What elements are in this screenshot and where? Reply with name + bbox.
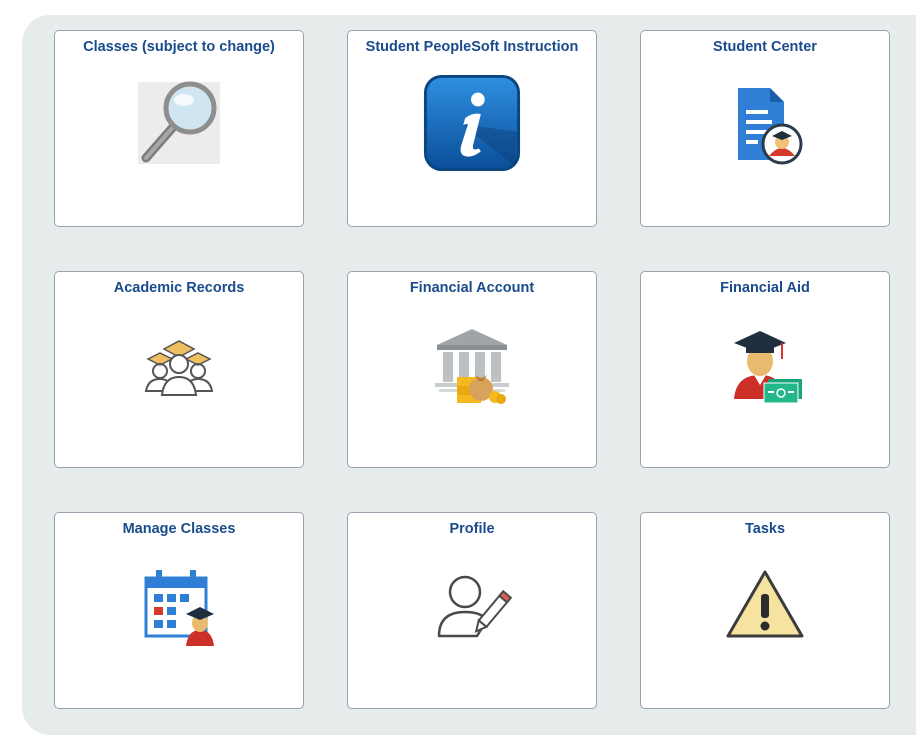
- tile-student-center[interactable]: Student Center: [640, 30, 890, 227]
- tile-manage-classes[interactable]: Manage Classes: [54, 512, 304, 709]
- tile-academic-records[interactable]: Academic Records: [54, 271, 304, 468]
- tile-financial-aid[interactable]: Financial Aid: [640, 271, 890, 468]
- graduate-with-money-icon: [715, 314, 815, 414]
- homepage-tile-grid: Classes (subject to change) Student Peop…: [22, 15, 916, 735]
- tile-title: Manage Classes: [122, 521, 236, 537]
- magnifying-glass-icon: [129, 73, 229, 173]
- student-document-icon: [715, 73, 815, 173]
- graduates-group-icon: [129, 314, 229, 414]
- tile-classes[interactable]: Classes (subject to change): [54, 30, 304, 227]
- tile-student-peoplesoft-instruction[interactable]: Student PeopleSoft Instruction: [347, 30, 597, 227]
- tile-financial-account[interactable]: Financial Account: [347, 271, 597, 468]
- user-edit-icon: [422, 555, 522, 655]
- warning-icon: [715, 555, 815, 655]
- tile-title: Student Center: [713, 39, 817, 55]
- tile-tasks[interactable]: Tasks: [640, 512, 890, 709]
- tile-title: Financial Account: [409, 280, 535, 296]
- tile-title: Academic Records: [113, 280, 245, 296]
- tile-title: Financial Aid: [720, 280, 810, 296]
- tile-title: Classes (subject to change): [83, 39, 275, 55]
- tile-title: Student PeopleSoft Instruction: [365, 39, 579, 55]
- tile-profile[interactable]: Profile: [347, 512, 597, 709]
- calendar-graduate-icon: [129, 555, 229, 655]
- info-icon: [422, 73, 522, 173]
- tile-title: Profile: [449, 521, 495, 537]
- tile-title: Tasks: [744, 521, 786, 537]
- bank-money-icon: [422, 314, 522, 414]
